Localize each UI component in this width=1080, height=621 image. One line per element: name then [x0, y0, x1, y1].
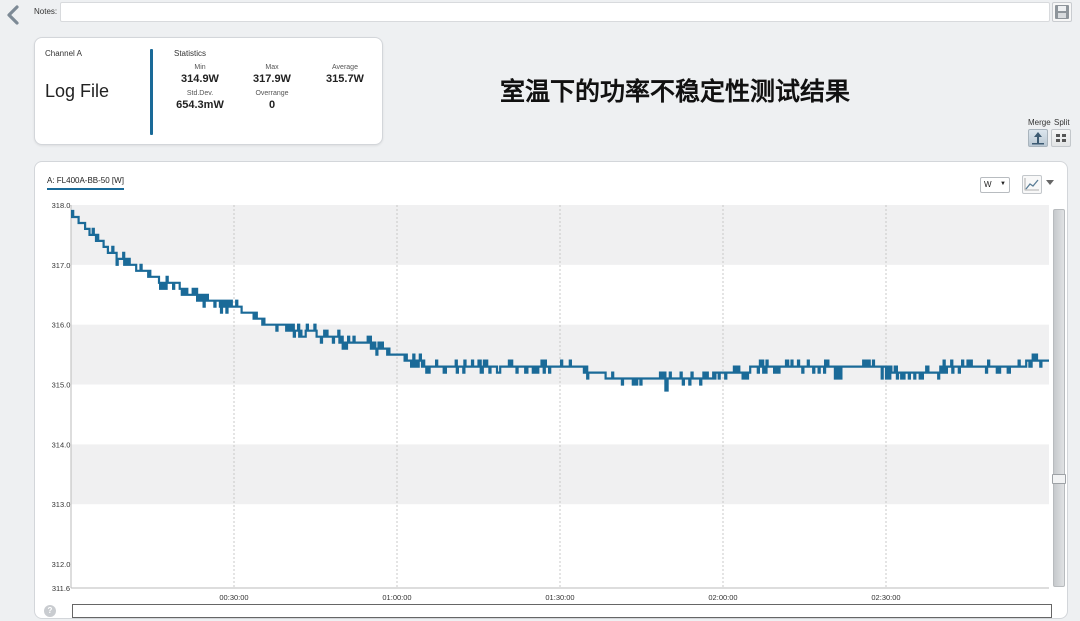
- power-chart: 318.0 317.0 316.0 315.0 314.0 313.0 312.0 311.6…: [52, 201, 1049, 602]
- stat-average: Average 315.7W: [310, 64, 380, 85]
- statistics-card: Channel A Log File Statistics Min 314.9W…: [34, 37, 383, 145]
- y-tick-label: 315.0: [52, 381, 71, 390]
- y-tick-label: 313.0: [52, 500, 71, 509]
- save-icon[interactable]: [1052, 2, 1072, 22]
- stat-overrange-label: Overrange: [255, 90, 289, 97]
- y-tick-label: 314.0: [52, 440, 71, 449]
- split-button[interactable]: [1051, 129, 1071, 147]
- stat-max-label: Max: [265, 64, 279, 71]
- y-tick-label: 311.6: [52, 584, 70, 593]
- top-toolbar: Notes:: [0, 0, 1080, 26]
- y-tick-label: 312.0: [52, 560, 71, 569]
- merge-button[interactable]: [1028, 129, 1048, 147]
- stat-overrange: Overrange 0: [237, 90, 307, 111]
- notes-input[interactable]: [60, 2, 1050, 22]
- stat-average-label: Average: [332, 64, 358, 71]
- stat-min-value: 314.9W: [181, 73, 219, 85]
- x-tick-label: 02:30:00: [871, 593, 900, 602]
- help-icon[interactable]: ?: [44, 605, 56, 617]
- merge-label: Merge: [1028, 118, 1051, 127]
- x-tick-label: 01:30:00: [545, 593, 574, 602]
- x-tick-label: 00:30:00: [219, 593, 248, 602]
- y-tick-label: 316.0: [52, 321, 71, 330]
- grid-icon: [1056, 134, 1066, 142]
- y-tick-label: 318.0: [52, 201, 71, 210]
- stat-average-value: 315.7W: [326, 73, 364, 85]
- x-tick-label: 02:00:00: [708, 593, 737, 602]
- notes-label: Notes:: [34, 7, 58, 16]
- card-divider: [150, 49, 153, 135]
- stat-max: Max 317.9W: [237, 64, 307, 85]
- merge-icon: [1032, 132, 1044, 145]
- page-heading: 室温下的功率不稳定性测试结果: [500, 77, 851, 106]
- channel-label: Channel A: [45, 49, 82, 58]
- stat-max-value: 317.9W: [253, 73, 291, 85]
- stat-min: Min 314.9W: [165, 64, 235, 85]
- stat-std-dev-value: 654.3mW: [176, 99, 224, 111]
- back-arrow-icon[interactable]: [4, 4, 22, 26]
- stat-std-dev-label: Std.Dev.: [186, 90, 214, 97]
- chart-panel: A: FL400A-BB-50 [W] W ▼ 318.0 317.0 316.0 3…: [34, 161, 1068, 619]
- split-label: Split: [1054, 118, 1070, 127]
- y-tick-label: 317.0: [52, 261, 71, 270]
- stat-std-dev: Std.Dev. 654.3mW: [165, 90, 235, 111]
- source-label: Log File: [45, 81, 110, 101]
- stat-overrange-value: 0: [268, 99, 276, 111]
- vertical-scroll-thumb[interactable]: [1052, 474, 1066, 484]
- horizontal-scrollbar[interactable]: [72, 604, 1052, 618]
- statistics-title: Statistics: [174, 49, 207, 58]
- x-tick-label: 01:00:00: [382, 593, 411, 602]
- stat-min-label: Min: [194, 64, 206, 71]
- vertical-scrollbar[interactable]: [1053, 209, 1065, 587]
